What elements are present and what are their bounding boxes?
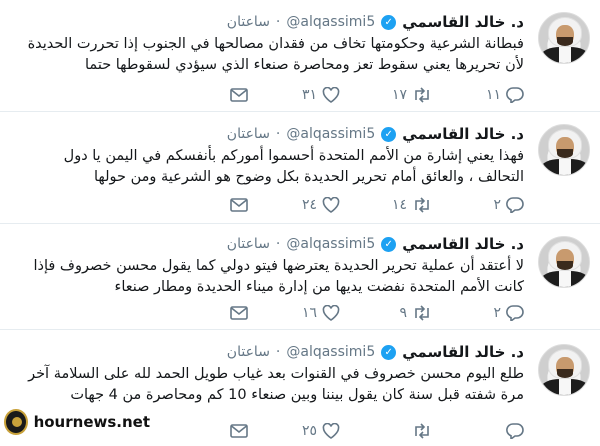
like-icon	[322, 197, 340, 213]
tweet-header: د. خالد القاسمي ✓ @alqassimi5 · ساعتان	[227, 124, 524, 144]
tweet-text-line: التحالف ، والعائق أمام تحرير الحديدة بكل…	[94, 169, 524, 185]
like-button[interactable]: ٣١	[248, 87, 340, 103]
tweet-text-line: مرة شفته قبل سنة كان يقول بيننا وبين صنع…	[70, 387, 524, 403]
author-name[interactable]: د. خالد القاسمي	[402, 343, 524, 361]
separator-dot: ·	[275, 14, 281, 30]
tweet-text: لا أعتقد أن عملية تحرير الحديدة يعترضها …	[4, 256, 524, 298]
tweet-text-line: كانت الأمم المتحدة نفضت يديها من إدارة م…	[114, 279, 524, 295]
verified-icon: ✓	[381, 126, 397, 142]
reply-count: ١١	[485, 87, 501, 103]
tweet-1[interactable]: د. خالد القاسمي ✓ @alqassimi5 · ساعتان ف…	[0, 0, 600, 112]
reply-button[interactable]: ٢	[432, 305, 524, 321]
tweet-actions: ١١ ١٧ ٣١	[194, 84, 524, 106]
site-watermark: hournews.net	[0, 404, 150, 440]
tweet-header: د. خالد القاسمي ✓ @alqassimi5 · ساعتان	[227, 342, 524, 362]
tweet-header: د. خالد القاسمي ✓ @alqassimi5 · ساعتان	[227, 234, 524, 254]
retweet-button[interactable]: ١٧	[340, 87, 432, 103]
like-count: ٢٥	[301, 423, 317, 439]
retweet-count: ٩	[399, 305, 407, 321]
like-button[interactable]: ١٦	[248, 305, 340, 321]
avatar[interactable]	[538, 344, 590, 396]
reply-button[interactable]: ٢	[432, 197, 524, 213]
reply-count: ٢	[493, 305, 501, 321]
direct-message-button[interactable]	[218, 88, 248, 102]
author-name[interactable]: د. خالد القاسمي	[402, 125, 524, 143]
like-count: ٣١	[301, 87, 317, 103]
reply-icon	[506, 423, 524, 439]
tweet-actions: ٢٥	[194, 420, 524, 442]
tweet-2[interactable]: د. خالد القاسمي ✓ @alqassimi5 · ساعتان ف…	[0, 112, 600, 224]
message-icon	[230, 198, 248, 212]
like-icon	[322, 423, 340, 439]
retweet-button[interactable]	[340, 423, 432, 439]
tweet-actions: ٢ ١٤ ٢٤	[194, 194, 524, 216]
retweet-icon	[415, 423, 429, 439]
verified-icon: ✓	[381, 344, 397, 360]
reply-icon	[506, 87, 524, 103]
retweet-count: ١٧	[391, 87, 407, 103]
retweet-icon	[415, 197, 429, 213]
tweet-text: فبطانة الشرعية وحكومتها تخاف من فقدان مص…	[4, 34, 524, 76]
tweet-time[interactable]: ساعتان	[227, 126, 270, 142]
tweet-actions: ٢ ٩ ١٦	[194, 302, 524, 324]
author-handle[interactable]: @alqassimi5	[286, 14, 375, 30]
tweet-time[interactable]: ساعتان	[227, 236, 270, 252]
tweet-time[interactable]: ساعتان	[227, 344, 270, 360]
direct-message-button[interactable]	[218, 198, 248, 212]
author-name[interactable]: د. خالد القاسمي	[402, 13, 524, 31]
separator-dot: ·	[275, 344, 281, 360]
verified-icon: ✓	[381, 236, 397, 252]
tweet-text: طلع اليوم محسن خصروف في القنوات بعد غياب…	[4, 364, 524, 406]
retweet-count: ١٤	[391, 197, 407, 213]
tweet-text-line: طلع اليوم محسن خصروف في القنوات بعد غياب…	[28, 366, 524, 382]
tweet-text-line: فهذا يعني إشارة من الأمم المتحدة أحسموا …	[63, 148, 524, 164]
tweet-3[interactable]: د. خالد القاسمي ✓ @alqassimi5 · ساعتان ل…	[0, 224, 600, 330]
watermark-logo-icon	[4, 409, 28, 435]
reply-icon	[506, 305, 524, 321]
retweet-button[interactable]: ١٤	[340, 197, 432, 213]
reply-button[interactable]: ١١	[432, 87, 524, 103]
separator-dot: ·	[275, 126, 281, 142]
watermark-text: hournews.net	[33, 413, 150, 431]
like-icon	[322, 87, 340, 103]
reply-button[interactable]	[432, 423, 524, 439]
like-icon	[322, 305, 340, 321]
reply-count: ٢	[493, 197, 501, 213]
like-button[interactable]: ٢٤	[248, 197, 340, 213]
direct-message-button[interactable]	[218, 424, 248, 438]
reply-icon	[506, 197, 524, 213]
message-icon	[230, 88, 248, 102]
tweet-feed: د. خالد القاسمي ✓ @alqassimi5 · ساعتان ف…	[0, 0, 600, 446]
avatar[interactable]	[538, 124, 590, 176]
like-count: ٢٤	[301, 197, 317, 213]
message-icon	[230, 424, 248, 438]
retweet-icon	[415, 305, 429, 321]
retweet-button[interactable]: ٩	[340, 305, 432, 321]
tweet-text-line: لا أعتقد أن عملية تحرير الحديدة يعترضها …	[33, 258, 524, 274]
separator-dot: ·	[275, 236, 281, 252]
tweet-text-line: لأن تحريرها يعني سقوط تعز ومحاصرة صنعاء …	[85, 57, 524, 73]
author-name[interactable]: د. خالد القاسمي	[402, 235, 524, 253]
message-icon	[230, 306, 248, 320]
avatar[interactable]	[538, 12, 590, 64]
tweet-text-line: فبطانة الشرعية وحكومتها تخاف من فقدان مص…	[27, 36, 524, 52]
author-handle[interactable]: @alqassimi5	[286, 236, 375, 252]
author-handle[interactable]: @alqassimi5	[286, 126, 375, 142]
tweet-text: فهذا يعني إشارة من الأمم المتحدة أحسموا …	[4, 146, 524, 188]
author-handle[interactable]: @alqassimi5	[286, 344, 375, 360]
verified-icon: ✓	[381, 14, 397, 30]
tweet-time[interactable]: ساعتان	[227, 14, 270, 30]
like-button[interactable]: ٢٥	[248, 423, 340, 439]
avatar[interactable]	[538, 236, 590, 288]
like-count: ١٦	[301, 305, 317, 321]
direct-message-button[interactable]	[218, 306, 248, 320]
tweet-header: د. خالد القاسمي ✓ @alqassimi5 · ساعتان	[227, 12, 524, 32]
retweet-icon	[415, 87, 429, 103]
